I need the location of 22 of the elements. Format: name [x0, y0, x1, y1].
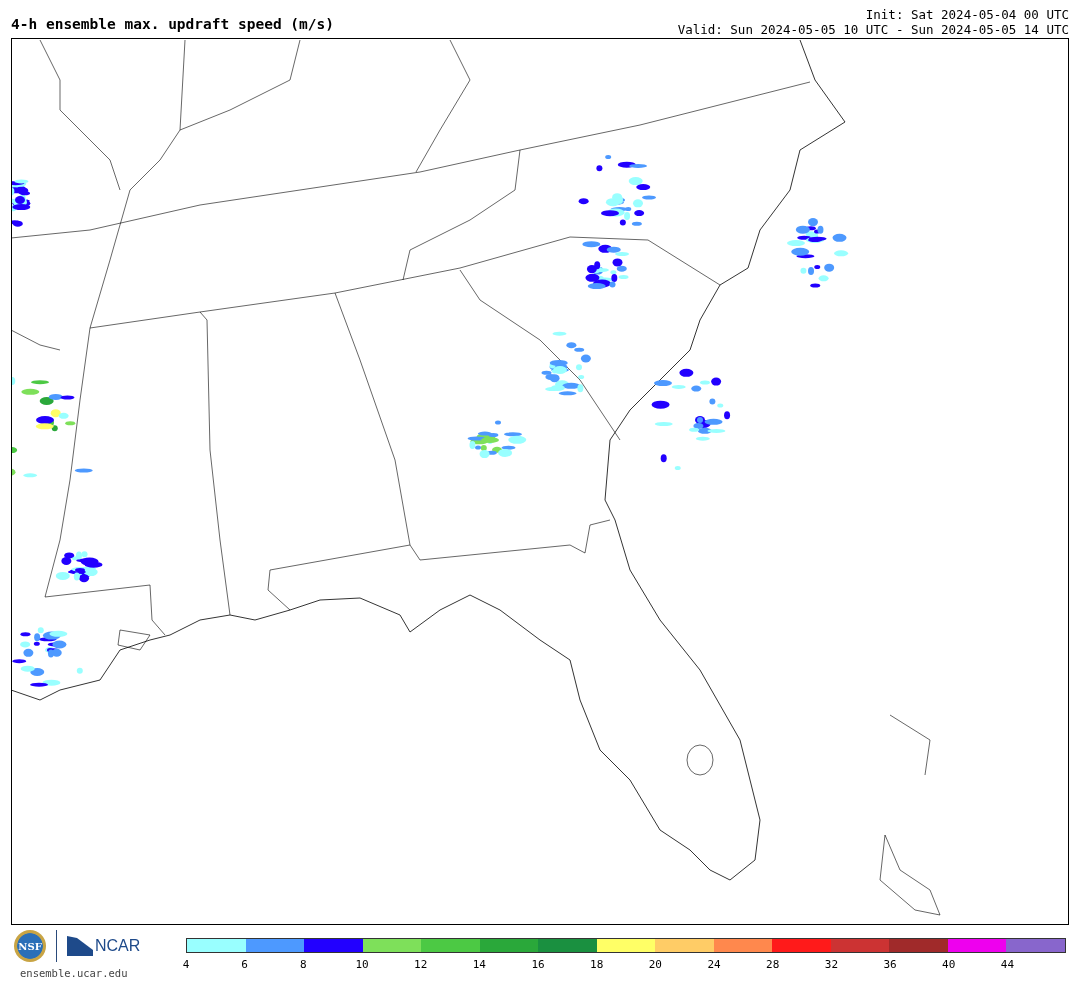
chart-title: 4-h ensemble max. updraft speed (m/s): [11, 16, 334, 34]
init-time: Init: Sat 2024-05-04 00 UTC: [865, 7, 1069, 22]
tick-label: 6: [241, 958, 248, 971]
tick-label: 14: [472, 958, 486, 971]
ncar-logo: NCAR: [95, 937, 141, 955]
valid-time: Valid: Sun 2024-05-05 10 UTC - Sun 2024-05-05 14 UTC: [677, 22, 1069, 37]
tick-label: 12: [414, 958, 428, 971]
tick-label: 4: [182, 958, 190, 971]
tick-label: 44: [1000, 958, 1015, 971]
tick-label: 28: [766, 958, 780, 971]
tick-label: 18: [590, 958, 604, 971]
site-url: ensemble.ucar.edu: [20, 967, 129, 979]
tick-label: 8: [300, 958, 307, 971]
tick-label: 32: [824, 958, 838, 971]
tick-label: 24: [707, 958, 721, 971]
tick-label: 10: [355, 958, 369, 971]
tick-label: 36: [883, 958, 897, 971]
nsf-logo: NSF: [14, 930, 46, 962]
tick-label: 40: [942, 958, 956, 971]
tick-label: 20: [648, 958, 662, 971]
tick-label: 16: [531, 958, 545, 971]
flag-icon: [67, 936, 93, 956]
